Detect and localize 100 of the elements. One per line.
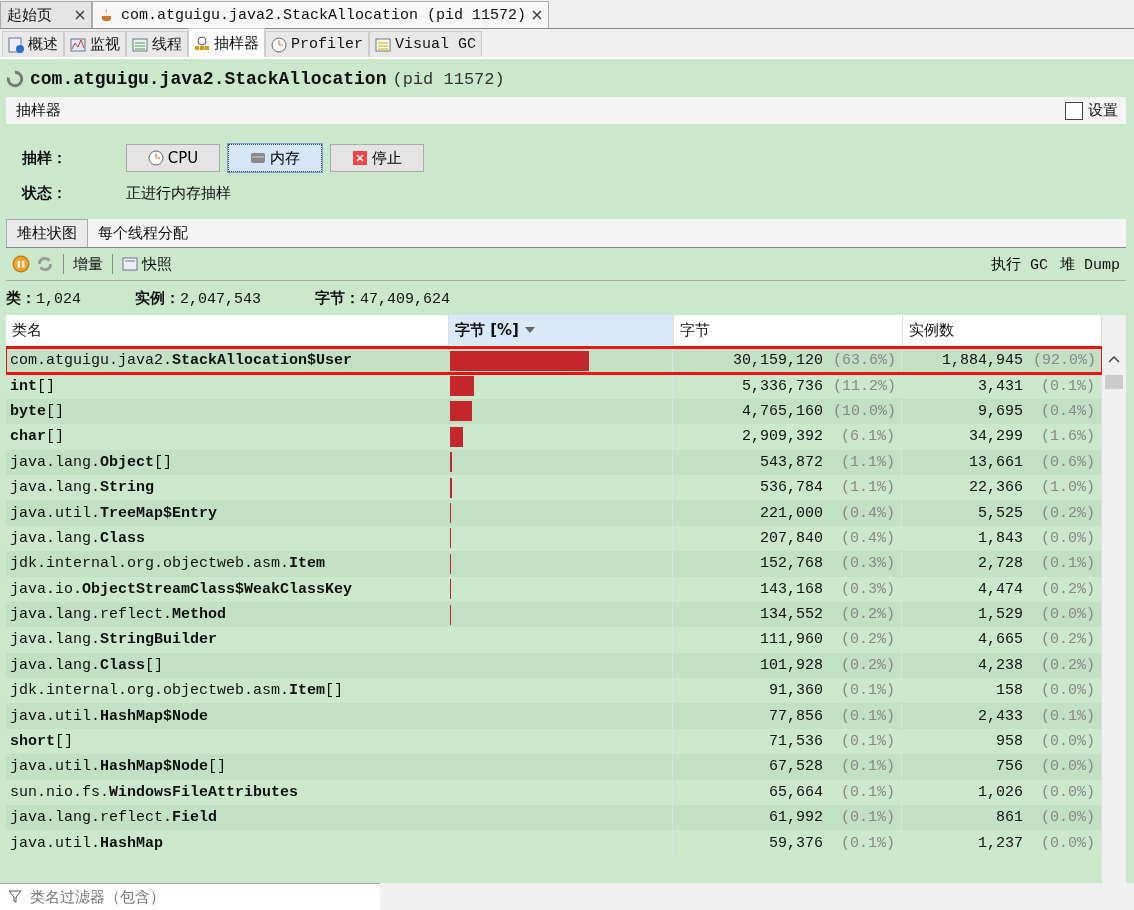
stat-label: 类： (6, 288, 36, 307)
class-name-cell-text: java.lang.String (9, 478, 156, 499)
section-title: 抽样器 (16, 101, 61, 120)
sample-button[interactable]: 内存 (228, 144, 322, 172)
class-name-cell-text: java.util.HashMap (9, 833, 165, 854)
filter-field[interactable]: 类名过滤器（包含） (0, 883, 380, 910)
instances-value: 1,843 (978, 529, 1023, 547)
clock-icon (271, 36, 287, 53)
class-name-cell-text: int[] (9, 376, 57, 397)
highlighted-row[interactable]: com.atguigu.java2.StackAllocation$User 30,159,120 (63.6%) 1,884,945 (92.0%) (6, 348, 1102, 374)
bytes-percent: (0.1%) (840, 733, 895, 751)
instances-value: 5,525 (978, 504, 1023, 522)
bytes-percent: (11.2%) (833, 377, 895, 395)
instances-value: 13,661 (969, 453, 1023, 471)
instances-percent: (0.1%) (1040, 377, 1095, 395)
instances-percent: (0.0%) (1040, 733, 1095, 751)
clock-icon (147, 150, 164, 166)
class-name-cell-text: java.util.TreeMap$Entry (9, 503, 219, 524)
class-name-cell-text: sun.nio.fs.WindowsFileAttributes (9, 782, 300, 803)
instances-percent: (1.6%) (1040, 428, 1095, 446)
instances-percent: (0.0%) (1040, 834, 1095, 852)
sort-down-icon (524, 327, 535, 333)
scroll-thumb[interactable] (1105, 375, 1123, 389)
instances-percent: (0.1%) (1040, 555, 1095, 573)
scroll-up-icon[interactable] (1108, 355, 1120, 363)
memory-icon (250, 150, 266, 166)
view-tab[interactable]: 监视 (64, 31, 126, 57)
result-tab[interactable]: 堆柱状图 (6, 219, 88, 247)
snapshot-button[interactable]: 快照 (122, 254, 172, 274)
bytes-percent: (0.1%) (840, 809, 895, 827)
bytes-value: 2,909,392 (742, 428, 823, 446)
instances-percent: (0.4%) (1040, 402, 1095, 420)
class-name-cell-text: char[] (9, 427, 66, 448)
column-header[interactable]: 字节 (674, 315, 903, 345)
instances-percent: (1.0%) (1040, 479, 1095, 497)
class-name-cell-text: java.lang.Class[] (9, 655, 165, 676)
document-tab[interactable]: com.atguigu.java2.StackAllocation (pid 11572) (92, 1, 550, 28)
class-name-cell-text: java.lang.reflect.Field (9, 808, 219, 829)
class-name-cell-text: jdk.internal.org.objectweb.asm.Item (9, 554, 327, 575)
bytes-percent: (0.2%) (840, 631, 895, 649)
spinner-icon (6, 70, 24, 88)
close-icon[interactable] (532, 10, 543, 20)
bytes-value: 65,664 (769, 783, 823, 801)
bytes-percent: (0.1%) (840, 783, 895, 801)
bytes-value: 101,928 (760, 656, 823, 674)
bytes-value: 67,528 (769, 758, 823, 776)
instances-percent: (0.0%) (1040, 809, 1095, 827)
checkbox-square[interactable] (1065, 101, 1083, 120)
instances-value: 34,299 (969, 428, 1023, 446)
bytes-value: 543,872 (760, 453, 823, 471)
instances-value: 4,474 (978, 580, 1023, 598)
close-icon[interactable] (75, 10, 85, 20)
instances-value: 756 (996, 758, 1023, 776)
bytes-percent: (0.2%) (840, 656, 895, 674)
stat-label: 字节： (315, 288, 361, 307)
view-tab[interactable]: Visual GC (369, 31, 483, 57)
delta-toggle[interactable]: 增量 (73, 254, 103, 274)
settings-checkbox[interactable]: 设置 (1065, 101, 1118, 120)
view-tab[interactable]: 概述 (2, 31, 64, 57)
scrollbar[interactable] (1102, 315, 1126, 883)
bytes-value: 77,856 (769, 707, 823, 725)
filter-icon (8, 889, 24, 905)
sampler-icon (194, 35, 210, 51)
instances-value: 1,026 (978, 783, 1023, 801)
bytes-percent: (6.1%) (840, 428, 895, 446)
column-header[interactable]: 字节 [%] (449, 315, 674, 345)
gc-button[interactable]: 执行 GC (990, 254, 1048, 274)
bytes-percent: (0.1%) (840, 758, 895, 776)
bytes-value: 152,768 (760, 555, 823, 573)
view-tab[interactable]: Profiler (265, 31, 369, 57)
view-tab[interactable]: 抽样器 (188, 28, 265, 57)
sample-button[interactable]: 停止 (330, 144, 424, 172)
heap-dump-button[interactable]: 堆 Dump (1060, 254, 1120, 274)
document-tab[interactable]: 起始页 (0, 1, 92, 28)
class-name-cell-text: java.lang.Class (9, 528, 147, 549)
bytes-value: 30,159,120 (733, 352, 823, 370)
bytes-value: 143,168 (760, 580, 823, 598)
instances-percent: (0.2%) (1040, 631, 1095, 649)
class-name-cell-text: java.lang.reflect.Method (9, 605, 228, 626)
bytes-value: 4,765,160 (742, 402, 823, 420)
instances-percent: (0.0%) (1040, 529, 1095, 547)
pause-icon[interactable] (12, 255, 30, 273)
bytes-percent: (0.1%) (840, 834, 895, 852)
bytes-value: 61,992 (769, 809, 823, 827)
status-value: 正进行内存抽样 (126, 184, 231, 203)
class-name-cell-text: java.util.HashMap$Node[] (9, 757, 228, 778)
bytes-percent: (0.1%) (840, 707, 895, 725)
stat-value: 1,024 (36, 290, 81, 308)
view-tab[interactable]: 线程 (126, 31, 188, 57)
bytes-value: 71,536 (769, 733, 823, 751)
instances-percent: (0.6%) (1040, 453, 1095, 471)
bytes-value: 221,000 (760, 504, 823, 522)
result-tab[interactable]: 每个线程分配 (88, 219, 198, 247)
stop-icon (352, 150, 368, 166)
instances-percent: (0.2%) (1040, 656, 1095, 674)
bytes-value: 59,376 (769, 834, 823, 852)
instances-value: 2,433 (978, 707, 1023, 725)
instances-value: 861 (996, 809, 1023, 827)
instances-value: 22,366 (969, 479, 1023, 497)
sample-button[interactable]: CPU (126, 144, 220, 172)
